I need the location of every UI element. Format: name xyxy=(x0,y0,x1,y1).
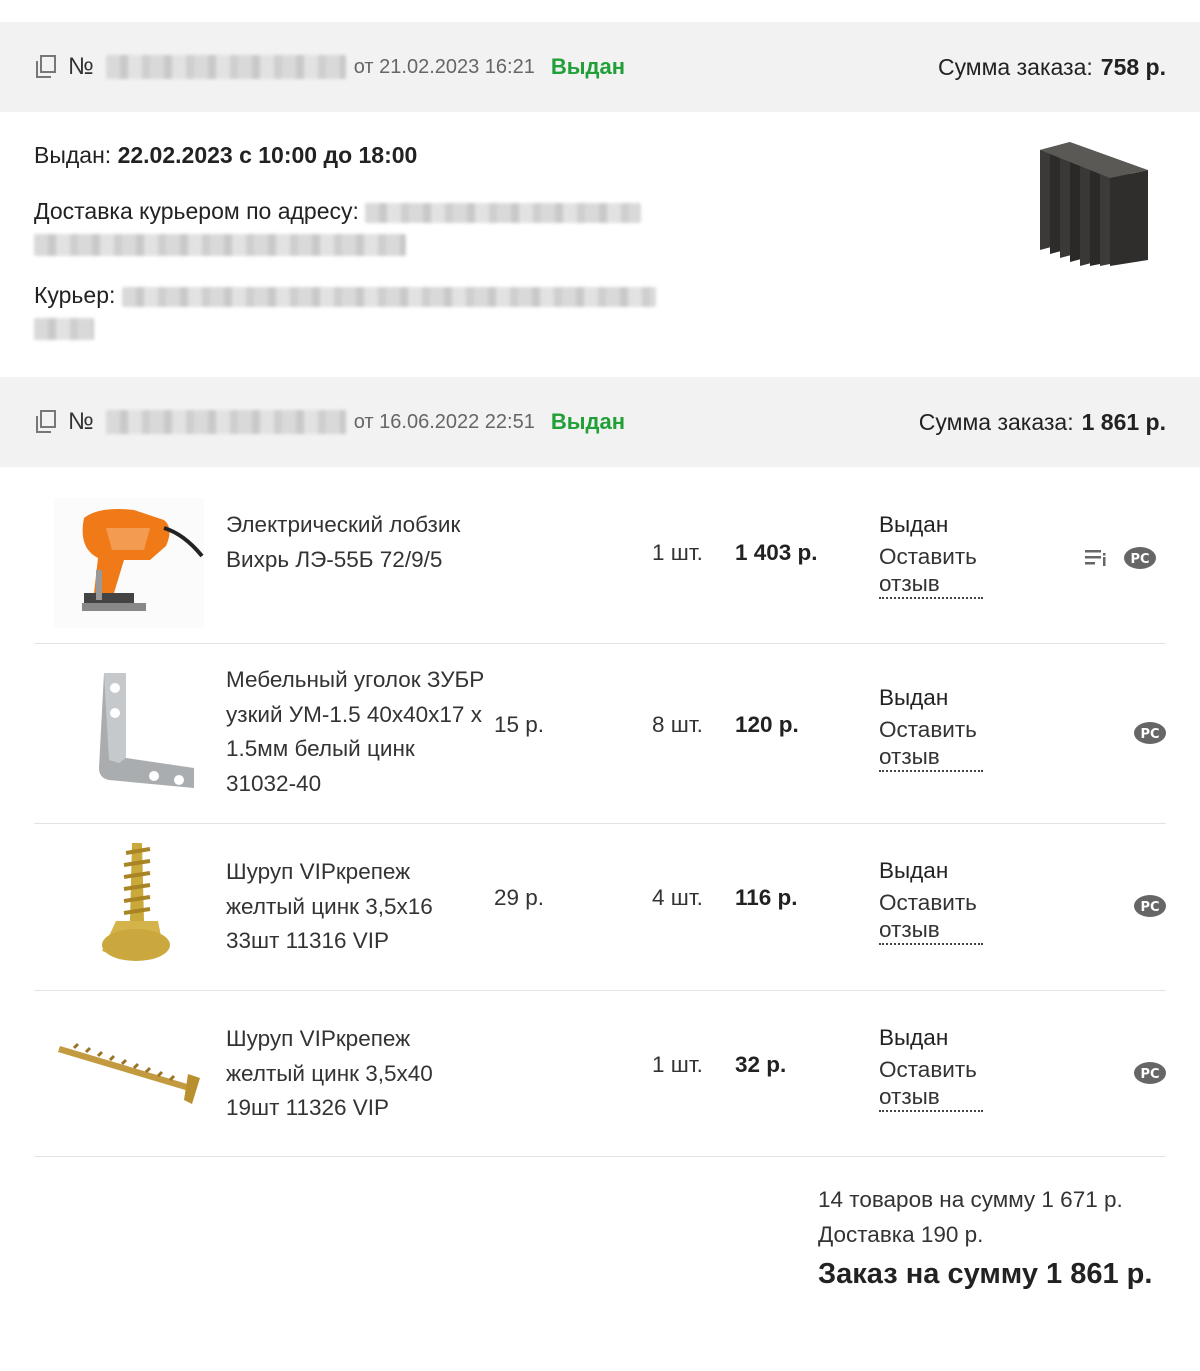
order-header: № от 21.02.2023 16:21 Выдан Сумма заказа… xyxy=(0,22,1200,112)
product-thumbnail[interactable] xyxy=(1030,130,1160,270)
product-image[interactable] xyxy=(54,841,204,971)
product-image[interactable] xyxy=(54,498,204,628)
order-status: Выдан xyxy=(550,409,626,434)
order-number-label: № xyxy=(68,53,94,80)
item-qty: 8 шт. xyxy=(652,712,703,737)
summary-items: 14 товаров на сумму 1 671 р. xyxy=(818,1187,1123,1212)
order-item: Электрический лобзик Вихрь ЛЭ-55Б 72/9/5… xyxy=(34,490,1166,644)
order-date: от 16.06.2022 22:51 xyxy=(353,410,535,433)
rst-certificate-icon[interactable]: PC xyxy=(1132,894,1168,923)
product-image[interactable] xyxy=(54,1008,204,1138)
item-status: Выдан xyxy=(879,1025,949,1050)
item-name[interactable]: Шуруп VIPкрепеж желтый цинк 3,5х40 19шт … xyxy=(226,1022,486,1126)
order-sum-label: Сумма заказа: xyxy=(937,53,1093,80)
order-sum-label: Сумма заказа: xyxy=(918,408,1074,435)
leave-review-link[interactable]: Оставить отзыв xyxy=(879,889,983,945)
order-item: Шуруп VIPкрепеж желтый цинк 3,5х16 33шт … xyxy=(34,823,1166,991)
issued-label: Выдан: xyxy=(34,142,112,168)
item-qty: 4 шт. xyxy=(652,885,703,910)
item-total: 1 403 р. xyxy=(735,540,818,565)
order-header: № от 16.06.2022 22:51 Выдан Сумма заказа… xyxy=(0,377,1200,467)
rst-certificate-icon[interactable]: PC xyxy=(1132,1061,1168,1090)
summary-total: Заказ на сумму 1 861 р. xyxy=(818,1258,1153,1290)
item-name[interactable]: Мебельный уголок ЗУБР узкий УМ-1.5 40х40… xyxy=(226,663,486,801)
delivery-info: Выдан: 22.02.2023 с 10:00 до 18:00 Доста… xyxy=(34,138,674,362)
svg-text:PC: PC xyxy=(1140,1067,1159,1082)
courier-redacted xyxy=(121,286,656,307)
item-name[interactable]: Шуруп VIPкрепеж желтый цинк 3,5х16 33шт … xyxy=(226,855,486,959)
order-sum: Сумма заказа: 1 861 р. xyxy=(919,377,1166,467)
list-icon[interactable] xyxy=(1084,547,1108,574)
item-qty: 1 шт. xyxy=(652,540,703,565)
copy-icon[interactable] xyxy=(34,54,58,80)
order-number-redacted xyxy=(105,55,346,79)
leave-review-link[interactable]: Оставить отзыв xyxy=(879,1056,983,1112)
item-status: Выдан xyxy=(879,858,949,883)
item-qty: 1 шт. xyxy=(652,1052,703,1077)
order-sum-value: 758 р. xyxy=(1100,53,1166,80)
order-status: Выдан xyxy=(550,54,626,79)
product-image[interactable] xyxy=(54,668,204,798)
item-status: Выдан xyxy=(879,685,949,710)
summary-delivery: Доставка 190 р. xyxy=(818,1222,984,1247)
order-item: Шуруп VIPкрепеж желтый цинк 3,5х40 19шт … xyxy=(34,990,1166,1157)
item-name[interactable]: Электрический лобзик Вихрь ЛЭ-55Б 72/9/5 xyxy=(226,508,486,577)
svg-text:PC: PC xyxy=(1140,727,1159,742)
order-sum-value: 1 861 р. xyxy=(1081,408,1166,435)
order-number-label: № xyxy=(68,408,94,435)
rst-certificate-icon[interactable]: PC xyxy=(1132,721,1168,750)
address-redacted xyxy=(365,202,642,223)
item-unit-price: 29 р. xyxy=(494,885,545,910)
leave-review-link[interactable]: Оставить отзыв xyxy=(879,543,983,599)
copy-icon[interactable] xyxy=(34,409,58,435)
svg-text:PC: PC xyxy=(1130,552,1149,567)
rst-certificate-icon[interactable]: PC xyxy=(1122,546,1158,575)
item-total: 116 р. xyxy=(735,885,798,910)
order-item: Мебельный уголок ЗУБР узкий УМ-1.5 40х40… xyxy=(34,643,1166,824)
item-unit-price: 15 р. xyxy=(494,712,545,737)
address-redacted-line2 xyxy=(34,234,406,256)
courier-redacted-line2 xyxy=(34,318,94,340)
svg-text:PC: PC xyxy=(1140,900,1159,915)
item-total: 120 р. xyxy=(735,712,799,737)
order-summary: 14 товаров на сумму 1 671 р. Доставка 19… xyxy=(818,1182,1152,1291)
order-sum: Сумма заказа: 758 р. xyxy=(938,22,1166,112)
issued-value: 22.02.2023 с 10:00 до 18:00 xyxy=(117,142,418,168)
courier-label: Курьер: xyxy=(34,282,116,308)
item-status: Выдан xyxy=(879,512,949,537)
address-label: Доставка курьером по адресу: xyxy=(34,198,359,224)
leave-review-link[interactable]: Оставить отзыв xyxy=(879,716,983,772)
item-total: 32 р. xyxy=(735,1052,787,1077)
order-date: от 21.02.2023 16:21 xyxy=(353,55,535,78)
order-number-redacted xyxy=(105,410,346,434)
